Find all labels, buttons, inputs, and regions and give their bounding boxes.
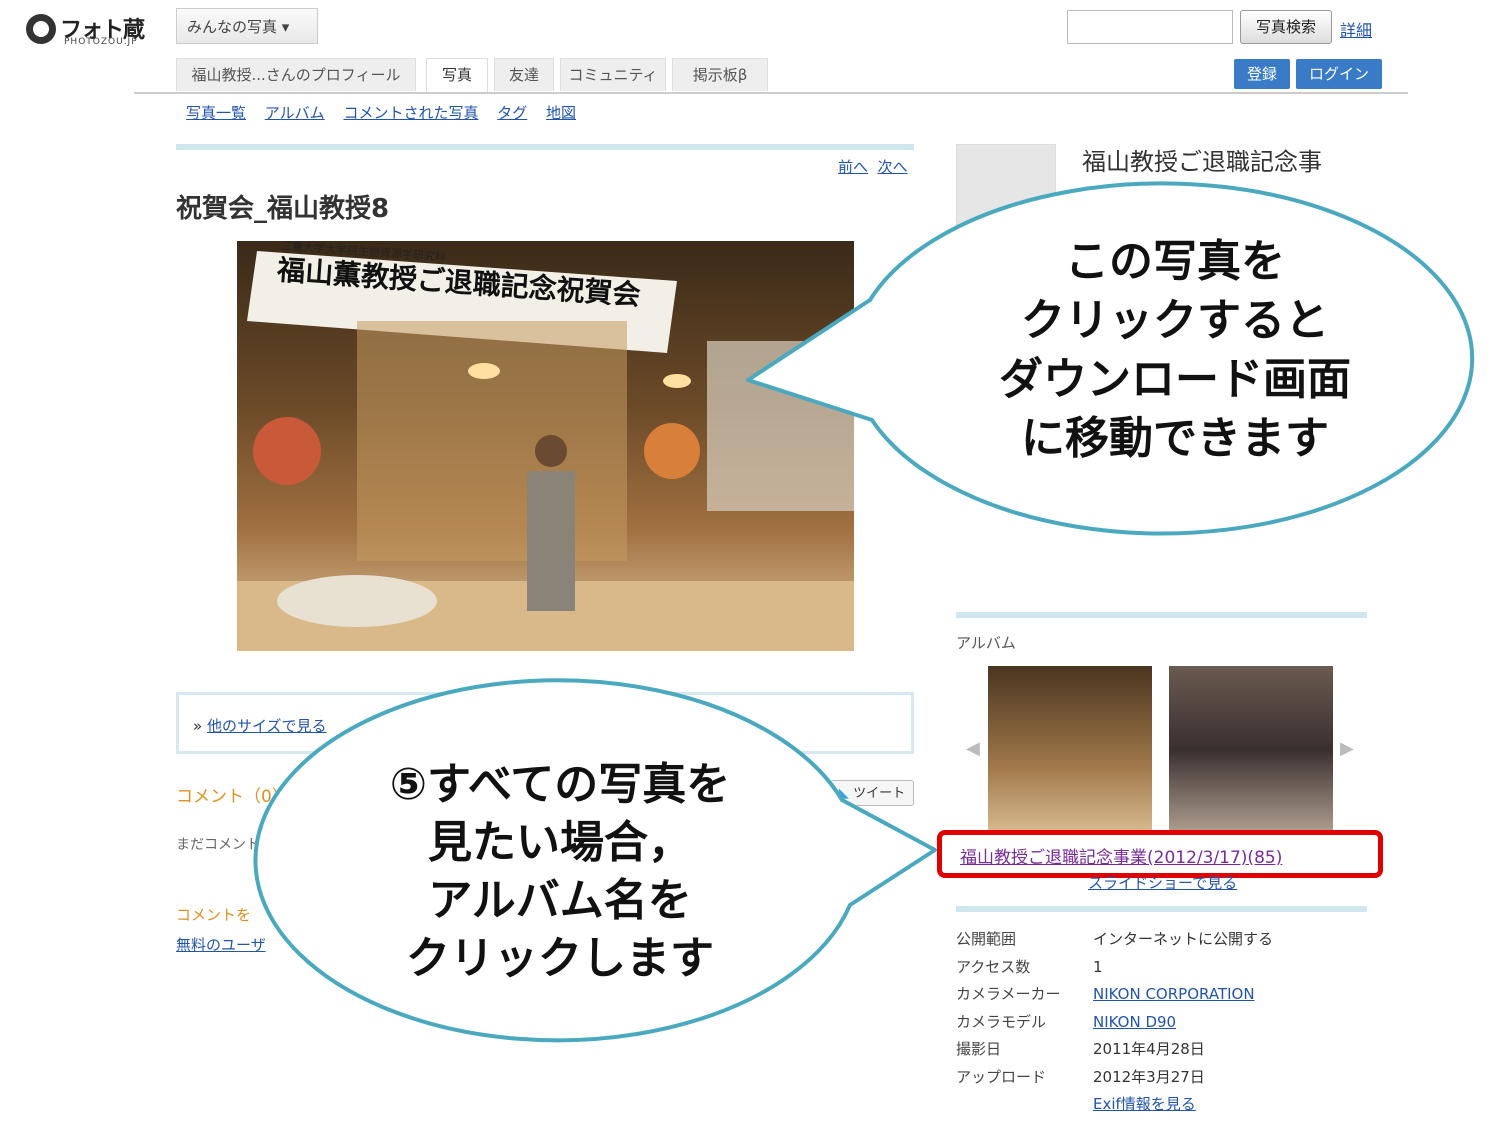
callout-bottom-text: ⑤すべての写真を 見たい場合， アルバム名を クリックします xyxy=(300,756,820,988)
callout-top-text: この写真を クリックすると ダウンロード画面 に移動できます xyxy=(940,232,1410,468)
callout-top-line: に移動できます xyxy=(1021,413,1329,464)
callout-bottom-line: アルバム名を xyxy=(428,875,692,926)
callout-top-line: ダウンロード画面 xyxy=(999,354,1351,405)
callout-top-line: クリックすると xyxy=(1021,295,1329,346)
callout-bottom-line: 見たい場合， xyxy=(428,817,692,868)
callout-bottom-line: ⑤すべての写真を xyxy=(389,759,731,810)
callout-bottom-line: クリックします xyxy=(406,933,714,984)
callout-top-line: この写真を xyxy=(1065,236,1285,287)
